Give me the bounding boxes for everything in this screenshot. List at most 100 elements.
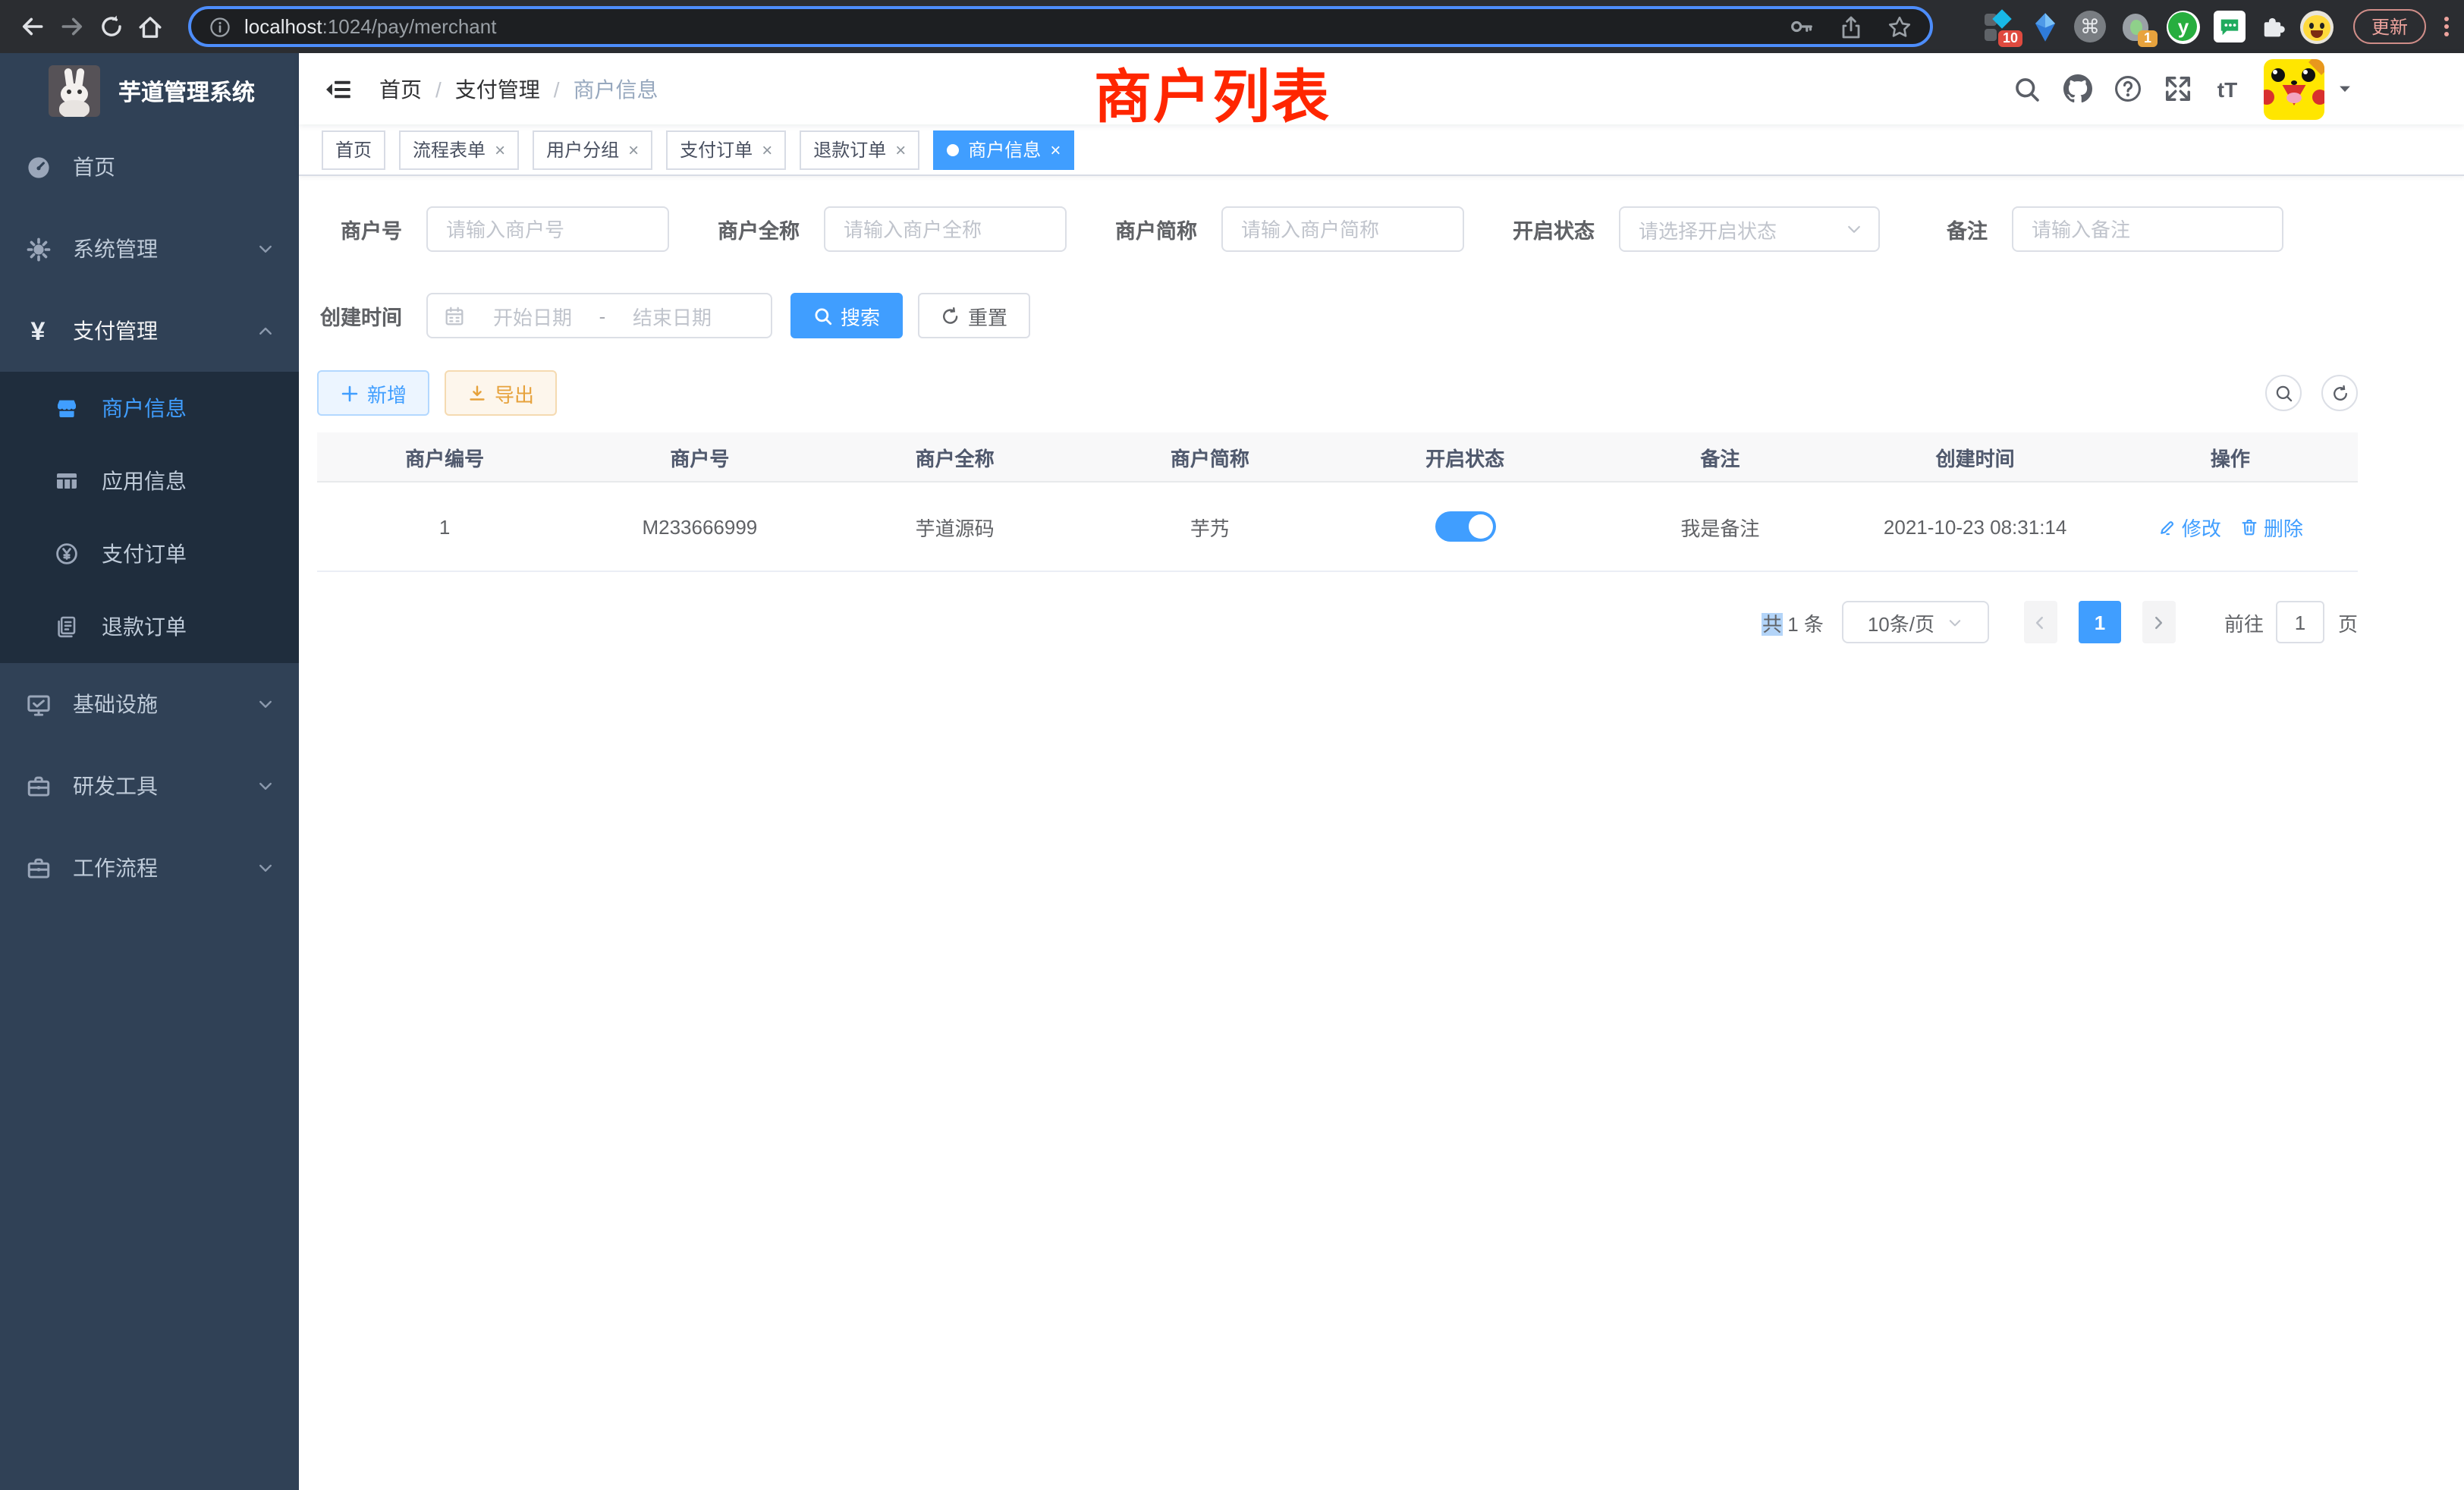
- hide-search-button[interactable]: [2265, 375, 2302, 411]
- avatar-caret-icon[interactable]: [2337, 80, 2353, 97]
- sidebar-item-workflow[interactable]: 工作流程: [0, 827, 299, 909]
- browser-reload-button[interactable]: [91, 7, 130, 46]
- extensions-puzzle-icon[interactable]: [2259, 13, 2286, 40]
- sidebar-fold-icon[interactable]: [325, 75, 352, 102]
- page-size-select[interactable]: 10条/页: [1842, 601, 1989, 643]
- sidebar-item-dev-tools[interactable]: 研发工具: [0, 745, 299, 827]
- browser-menu-icon[interactable]: [2444, 14, 2449, 39]
- sidebar-subitem-pay-order[interactable]: 支付订单: [0, 517, 299, 590]
- filter-status: 开启状态 请选择开启状态: [1510, 206, 1880, 252]
- navbar-tools: tT: [1992, 58, 2464, 119]
- tab-process-form[interactable]: 流程表单 ×: [399, 130, 519, 169]
- refresh-table-button[interactable]: [2321, 375, 2358, 411]
- sidebar-subitem-app-info[interactable]: 应用信息: [0, 445, 299, 517]
- pencil-icon: [2158, 517, 2177, 536]
- search-button-label: 搜索: [841, 301, 880, 330]
- goto-page-input[interactable]: [2276, 601, 2324, 643]
- calendar-icon: [443, 304, 466, 327]
- cell-merchant-no: M233666999: [572, 515, 827, 538]
- password-key-icon[interactable]: [1789, 14, 1815, 39]
- cell-create-time: 2021-10-23 08:31:14: [1848, 515, 2103, 538]
- sidebar-subitem-refund-order[interactable]: 退款订单: [0, 590, 299, 663]
- delete-link[interactable]: 删除: [2239, 512, 2303, 541]
- browser-update-button[interactable]: 更新: [2353, 9, 2426, 44]
- remark-input[interactable]: [2012, 206, 2283, 252]
- app-logo: [49, 65, 100, 117]
- extension-icon-tabs[interactable]: 10: [1983, 10, 2016, 43]
- short-name-input[interactable]: [1221, 206, 1464, 252]
- breadcrumb-payment[interactable]: 支付管理: [455, 74, 540, 104]
- sidebar-item-label: 基础设施: [73, 689, 158, 719]
- tab-pay-order[interactable]: 支付订单 ×: [666, 130, 786, 169]
- app-title: 芋道管理系统: [118, 75, 255, 107]
- column-header: 商户号: [572, 442, 827, 471]
- sidebar-item-label: 支付管理: [73, 316, 158, 346]
- page-content: 商户号 商户全称 商户简称 开启状态 请选择开启状态: [299, 176, 2464, 1490]
- goto-label: 前往: [2224, 608, 2264, 637]
- sidebar-item-label: 工作流程: [73, 853, 158, 883]
- address-bar[interactable]: localhost:1024/pay/merchant: [188, 6, 1933, 47]
- sidebar-item-payment[interactable]: ¥ 支付管理: [0, 290, 299, 372]
- chevron-down-icon: [256, 777, 275, 795]
- main-area: 首页 / 支付管理 / 商户信息: [299, 53, 2464, 1490]
- tab-close-icon[interactable]: ×: [762, 140, 772, 159]
- filter-label: 商户号: [317, 214, 402, 244]
- profile-avatar-icon[interactable]: [2300, 10, 2334, 43]
- extension-icon-y[interactable]: y: [2167, 10, 2200, 43]
- tab-refund-order[interactable]: 退款订单 ×: [800, 130, 919, 169]
- merchant-no-input[interactable]: [426, 206, 669, 252]
- breadcrumb-home[interactable]: 首页: [379, 74, 422, 104]
- sidebar-logo-row[interactable]: 芋道管理系统: [0, 53, 299, 117]
- status-toggle[interactable]: [1435, 511, 1495, 542]
- github-icon[interactable]: [2062, 74, 2092, 104]
- browser-back-button[interactable]: [12, 7, 52, 46]
- extension-icon-chat[interactable]: [2214, 11, 2246, 42]
- search-button[interactable]: 搜索: [790, 293, 903, 338]
- tab-close-icon[interactable]: ×: [1050, 140, 1061, 159]
- table-tools: [2265, 375, 2358, 411]
- status-select[interactable]: 请选择开启状态: [1619, 206, 1880, 252]
- sidebar-item-label: 研发工具: [73, 771, 158, 801]
- full-name-input[interactable]: [824, 206, 1067, 252]
- reset-button[interactable]: 重置: [918, 293, 1030, 338]
- fullscreen-icon[interactable]: [2162, 74, 2192, 104]
- sidebar-item-infrastructure[interactable]: 基础设施: [0, 663, 299, 745]
- extension-icon-kite[interactable]: [2030, 11, 2060, 42]
- tab-home[interactable]: 首页: [322, 130, 385, 169]
- edit-link[interactable]: 修改: [2158, 512, 2221, 541]
- sidebar-item-system[interactable]: 系统管理: [0, 208, 299, 290]
- create-time-range-picker[interactable]: 开始日期 - 结束日期: [426, 293, 772, 338]
- user-avatar[interactable]: [2264, 58, 2324, 119]
- bookmark-star-icon[interactable]: [1887, 14, 1912, 39]
- browser-home-button[interactable]: [130, 7, 170, 46]
- column-header: 商户简称: [1083, 442, 1337, 471]
- sidebar-item-home[interactable]: 首页: [0, 126, 299, 208]
- tags-view-bar: 首页 流程表单 × 用户分组 × 支付订单 × 退款订单 ×: [299, 124, 2464, 176]
- share-icon[interactable]: [1839, 14, 1863, 39]
- header-search-icon[interactable]: [2012, 74, 2042, 104]
- font-size-icon[interactable]: tT: [2212, 74, 2242, 104]
- tab-close-icon[interactable]: ×: [495, 140, 505, 159]
- extension-icon-command[interactable]: ⌘: [2074, 11, 2106, 42]
- cell-status: [1337, 511, 1592, 542]
- breadcrumb-current: 商户信息: [574, 74, 658, 104]
- next-page-button[interactable]: [2142, 601, 2176, 643]
- export-button[interactable]: 导出: [445, 370, 557, 416]
- yen-icon: ¥: [24, 317, 52, 344]
- help-icon[interactable]: [2112, 74, 2142, 104]
- tab-merchant-info[interactable]: 商户信息 ×: [933, 130, 1074, 169]
- tab-user-group[interactable]: 用户分组 ×: [533, 130, 652, 169]
- page-1-button[interactable]: 1: [2079, 601, 2121, 643]
- browser-forward-button[interactable]: [52, 7, 91, 46]
- tab-close-icon[interactable]: ×: [628, 140, 639, 159]
- top-navbar: 首页 / 支付管理 / 商户信息: [299, 53, 2464, 124]
- sidebar-subitem-merchant-info[interactable]: 商户信息: [0, 372, 299, 445]
- add-button[interactable]: 新增: [317, 370, 429, 416]
- site-info-icon[interactable]: [209, 16, 231, 37]
- prev-page-button[interactable]: [2024, 601, 2057, 643]
- reload-icon: [98, 14, 124, 39]
- cell-full-name: 芋道源码: [828, 512, 1083, 541]
- extension-icon-session[interactable]: 1: [2120, 10, 2153, 43]
- tab-close-icon[interactable]: ×: [895, 140, 906, 159]
- refresh-icon: [941, 306, 960, 325]
